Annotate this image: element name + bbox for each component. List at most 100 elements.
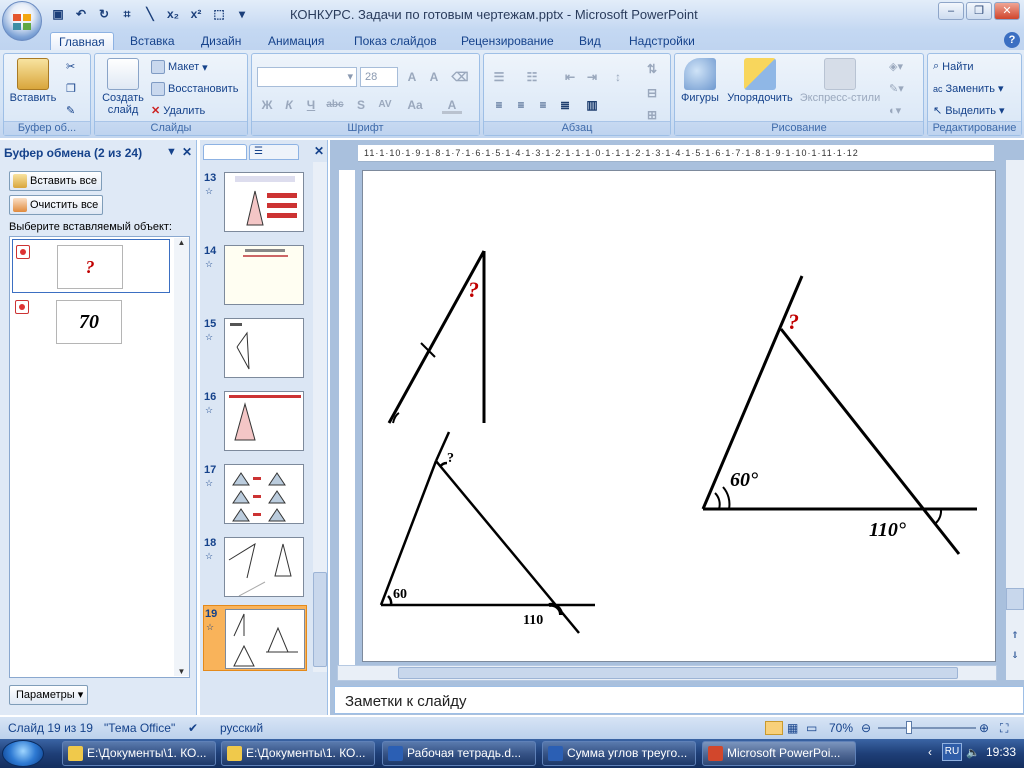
question-mark-bottom[interactable]: ? — [447, 451, 454, 467]
paste-all-button[interactable]: Вставить все — [9, 171, 103, 191]
close-button[interactable]: ✕ — [994, 2, 1020, 20]
zoom-level[interactable]: 70% — [829, 721, 853, 735]
cut-icon[interactable]: ✂ — [66, 60, 75, 73]
volume-icon[interactable]: 🔈 — [966, 746, 980, 759]
select-button[interactable]: ↖ Выделить ▾ — [933, 104, 1005, 118]
tab-addins[interactable]: Надстройки — [621, 32, 703, 50]
tab-view[interactable]: Вид — [571, 32, 609, 50]
new-slide-button[interactable]: Создать слайд — [99, 58, 147, 116]
angle-label-60-right[interactable]: 60° — [730, 469, 758, 492]
question-mark-right[interactable]: ? — [788, 309, 799, 335]
align-center-icon[interactable]: ≡ — [511, 96, 531, 114]
tray-expand-icon[interactable]: ‹ — [928, 745, 932, 759]
change-case-icon[interactable]: Aa — [405, 96, 425, 114]
slide-thumb-row[interactable]: 16 ☆ — [200, 389, 310, 457]
start-button[interactable] — [2, 740, 44, 767]
slide-sorter-icon[interactable]: ▦ — [787, 721, 798, 735]
pane-menu-icon[interactable]: ▼ — [166, 146, 177, 158]
align-left-icon[interactable]: ≡ — [489, 96, 509, 114]
tab-slides-thumbnails[interactable] — [203, 144, 247, 160]
figure-bottom-left[interactable] — [379, 431, 595, 634]
italic-icon[interactable]: К — [279, 96, 299, 114]
shrink-font-icon[interactable]: A — [424, 68, 444, 86]
slide-thumb-row[interactable]: 15 ☆ — [200, 316, 310, 384]
question-mark-top[interactable]: ? — [468, 277, 479, 303]
editor-horizontal-scrollbar[interactable] — [337, 665, 997, 681]
line-icon[interactable]: ╲ — [140, 5, 160, 23]
editor-vertical-scrollbar[interactable]: ⇑ ⇓ — [1006, 160, 1024, 680]
slides-pane-close-icon[interactable]: ✕ — [314, 144, 324, 158]
help-icon[interactable]: ? — [1004, 32, 1020, 48]
columns-icon[interactable]: ▥ — [582, 96, 602, 114]
shapes-button[interactable]: Фигуры — [677, 58, 723, 104]
scroll-thumb[interactable] — [313, 572, 327, 667]
clear-all-button[interactable]: Очистить все — [9, 195, 104, 215]
quick-styles-button[interactable]: Экспресс-стили — [797, 58, 883, 104]
replace-button[interactable]: ac Заменить ▾ — [933, 82, 1003, 96]
subscript-icon[interactable]: x₂ — [163, 5, 183, 23]
slide-thumb-row[interactable]: 17 ☆ — [200, 462, 310, 530]
taskbar-item[interactable]: E:\Документы\1. КО... — [62, 741, 216, 766]
clipboard-item[interactable]: ? — [12, 239, 170, 293]
text-direction-icon[interactable]: ⇅ — [642, 60, 662, 78]
bullets-icon[interactable]: ☰ — [489, 68, 509, 86]
scroll-thumb[interactable] — [1006, 588, 1024, 610]
slide-thumb-row-selected[interactable]: 19 ☆ — [203, 605, 307, 671]
taskbar-item[interactable]: E:\Документы\1. КО... — [221, 741, 375, 766]
status-theme[interactable]: "Тема Office" — [104, 721, 175, 735]
shape-effects-icon[interactable]: ◐▾ — [889, 104, 901, 117]
numbering-icon[interactable]: ☷ — [522, 68, 542, 86]
copy-icon[interactable]: ❐ — [66, 82, 76, 95]
bold-icon[interactable]: Ж — [257, 96, 277, 114]
decrease-indent-icon[interactable]: ⇤ — [560, 68, 580, 86]
clear-format-icon[interactable]: ⌫ — [450, 68, 470, 86]
reset-button[interactable]: Восстановить — [151, 82, 238, 96]
save-icon[interactable]: ▣ — [48, 5, 68, 23]
zoom-out-icon[interactable]: ⊖ — [861, 721, 871, 735]
notes-pane[interactable]: Заметки к слайду — [334, 686, 1024, 714]
undo-icon[interactable]: ↶ — [71, 5, 91, 23]
zoom-in-icon[interactable]: ⊕ — [979, 721, 989, 735]
align-right-icon[interactable]: ≡ — [533, 96, 553, 114]
tab-insert[interactable]: Вставка — [122, 32, 183, 50]
shape-outline-icon[interactable]: ✎▾ — [889, 82, 904, 95]
tab-slideshow[interactable]: Показ слайдов — [346, 32, 445, 50]
taskbar-item-active[interactable]: Microsoft PowerPoi... — [702, 741, 856, 766]
line-spacing-icon[interactable]: ↕ — [608, 68, 628, 86]
increase-indent-icon[interactable]: ⇥ — [582, 68, 602, 86]
tab-animation[interactable]: Анимация — [260, 32, 332, 50]
select-objects-icon[interactable]: ⬚ — [209, 5, 229, 23]
clipboard-scrollbar[interactable]: ▲ ▼ — [174, 238, 189, 676]
slides-pane-scrollbar[interactable] — [313, 162, 327, 672]
paste-button[interactable]: Вставить — [8, 58, 58, 104]
slide-thumb-row[interactable]: 13 ☆ — [200, 170, 310, 238]
options-button[interactable]: Параметры ▾ — [9, 685, 89, 705]
font-family-select[interactable]: ▾ — [257, 67, 357, 87]
status-language[interactable]: русский — [220, 721, 263, 735]
tab-outline[interactable]: ☰ — [249, 144, 299, 160]
taskbar-item[interactable]: Сумма углов треуго... — [542, 741, 696, 766]
clipboard-item[interactable]: 70 — [12, 295, 172, 349]
clock[interactable]: 19:33 — [986, 745, 1016, 759]
superscript-icon[interactable]: x² — [186, 5, 206, 23]
language-indicator[interactable]: RU — [942, 743, 962, 761]
shadow-icon[interactable]: S — [351, 96, 371, 114]
slideshow-icon[interactable]: ▭ — [806, 721, 817, 735]
normal-view-icon[interactable] — [765, 721, 783, 735]
grow-font-icon[interactable]: A — [402, 68, 422, 86]
slide-thumb-row[interactable]: 18 ☆ — [200, 535, 310, 603]
shape-fill-icon[interactable]: ◈▾ — [889, 60, 903, 73]
strikethrough-icon[interactable]: abc — [325, 96, 345, 114]
delete-slide-button[interactable]: ✕ Удалить — [151, 104, 205, 118]
taskbar-item[interactable]: Рабочая тетрадь.d... — [382, 741, 536, 766]
layout-button[interactable]: Макет ▾ — [151, 60, 208, 74]
format-painter-icon[interactable]: ✎ — [66, 104, 75, 117]
zoom-slider[interactable] — [878, 727, 976, 729]
spacing-icon[interactable]: AV — [375, 96, 395, 114]
spellcheck-icon[interactable]: ✔ — [188, 721, 198, 735]
font-size-select[interactable]: 28 — [360, 67, 398, 87]
justify-icon[interactable]: ≣ — [555, 96, 575, 114]
tab-design[interactable]: Дизайн — [193, 32, 249, 50]
redo-icon[interactable]: ↻ — [94, 5, 114, 23]
font-color-icon[interactable]: A — [442, 96, 462, 114]
